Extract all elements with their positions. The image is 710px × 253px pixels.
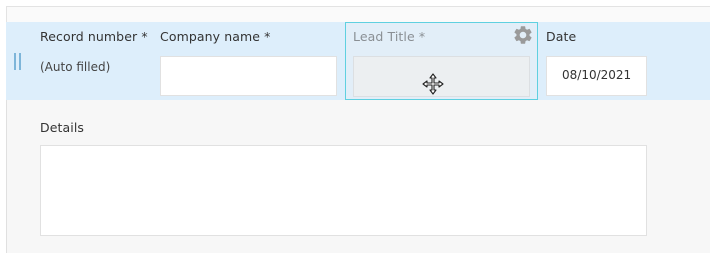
record-number-label: Record number *	[40, 29, 148, 44]
top-strip	[6, 6, 710, 22]
company-name-input[interactable]	[160, 56, 337, 96]
lead-title-label: Lead Title *	[353, 29, 426, 44]
drag-handle-bar	[19, 53, 21, 70]
drag-handle-bar	[14, 53, 16, 70]
details-textarea[interactable]	[40, 145, 647, 236]
move-cursor-icon	[421, 72, 445, 96]
company-name-label: Company name *	[160, 29, 271, 44]
details-label: Details	[40, 120, 85, 135]
date-input[interactable]: 08/10/2021	[546, 56, 647, 96]
gear-icon[interactable]	[512, 24, 534, 46]
move-cursor-graphic	[422, 73, 444, 95]
date-label: Date	[546, 29, 577, 44]
record-number-value: (Auto filled)	[40, 60, 111, 74]
gear-icon-graphic	[514, 26, 532, 44]
